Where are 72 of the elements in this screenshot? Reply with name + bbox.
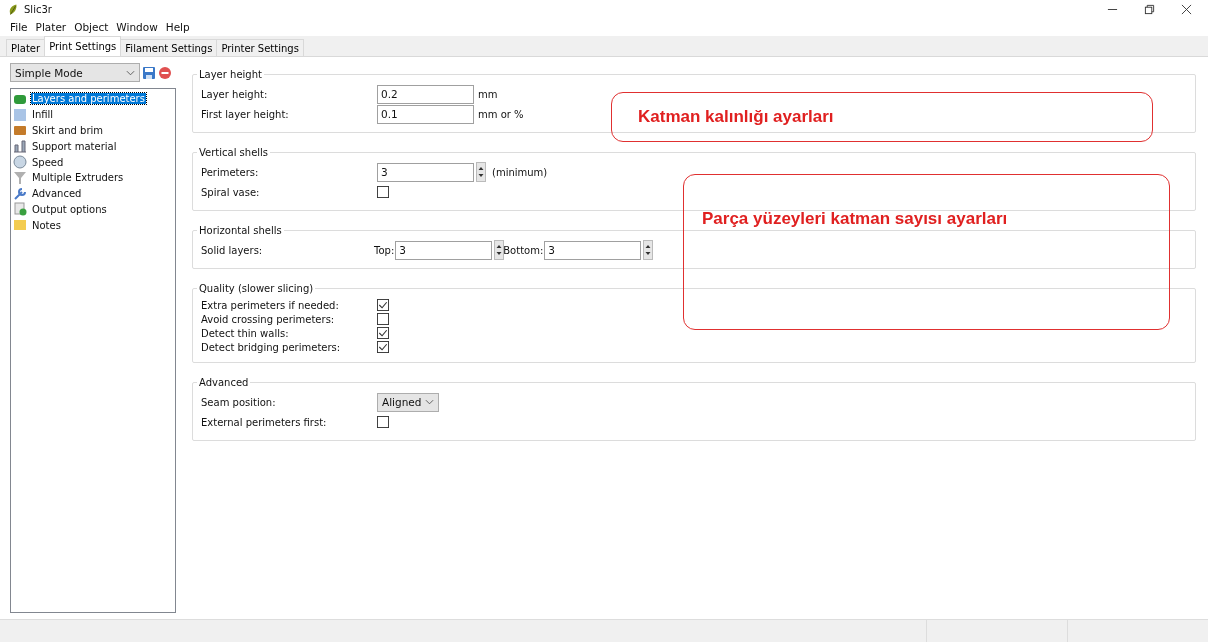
checkbox[interactable]: [377, 341, 389, 353]
chevron-icon: [425, 399, 434, 405]
menu-item[interactable]: Help: [165, 21, 190, 33]
category-icon: [13, 202, 27, 217]
category-item[interactable]: Speed: [31, 156, 65, 168]
tab[interactable]: Print Settings: [44, 36, 122, 56]
bottom-label: Bottom:: [503, 244, 544, 256]
input-field[interactable]: 3: [544, 240, 642, 260]
window-title: Slic3r: [24, 3, 52, 15]
category-item[interactable]: Support material: [31, 140, 118, 152]
field-label: Layer height:: [201, 88, 269, 100]
checkbox[interactable]: [377, 299, 389, 311]
category-item[interactable]: Notes: [31, 219, 62, 231]
category-icon: [13, 155, 27, 170]
field-label: Avoid crossing perimeters:: [201, 313, 336, 325]
input-field[interactable]: 3: [395, 240, 493, 260]
unit-label: mm or %: [478, 108, 524, 120]
input-field[interactable]: 0.2: [377, 84, 474, 104]
tab[interactable]: Printer Settings: [216, 39, 304, 56]
save-icon[interactable]: [142, 65, 156, 80]
category-icon: [13, 218, 27, 233]
category-icon: [13, 139, 27, 154]
field-label: Detect thin walls:: [201, 327, 290, 339]
unit-label: mm: [478, 88, 498, 100]
group-title: Advanced: [198, 377, 250, 388]
checkbox[interactable]: [377, 327, 389, 339]
spinner-arrows-icon[interactable]: [476, 162, 486, 182]
close-icon[interactable]: [1181, 3, 1192, 15]
callout-text: Katman kalınlığı ayarları: [638, 107, 834, 127]
leaf-logo-icon: [8, 2, 18, 16]
category-item[interactable]: Skirt and brim: [31, 125, 105, 136]
category-icon: [13, 107, 27, 122]
category-icon: [13, 186, 27, 201]
group-title: Quality (slower slicing): [198, 283, 315, 294]
category-item[interactable]: Multiple Extruders: [31, 172, 125, 184]
seam-dropdown[interactable]: Aligned: [377, 392, 439, 412]
field-label: External perimeters first:: [201, 416, 328, 428]
field-label: Seam position:: [201, 396, 277, 408]
tab[interactable]: Plater: [6, 39, 46, 56]
callout-text: Parça yüzeyleri katman sayısı ayarları: [702, 209, 1008, 228]
field-label: Detect bridging perimeters:: [201, 341, 342, 353]
category-item[interactable]: Output options: [31, 203, 108, 215]
checkbox[interactable]: [377, 416, 389, 428]
menu-item[interactable]: Plater: [35, 21, 67, 33]
category-icon: [13, 123, 27, 138]
group-title: Vertical shells: [198, 147, 270, 158]
spinner-arrows-icon[interactable]: [494, 240, 505, 260]
category-item[interactable]: Infill: [31, 109, 55, 121]
field-label: First layer height:: [201, 108, 290, 120]
menu-item[interactable]: File: [10, 21, 28, 33]
checkbox[interactable]: [377, 313, 389, 325]
delete-icon[interactable]: [158, 65, 172, 80]
input-field[interactable]: 0.1: [377, 104, 474, 124]
top-label: Top:: [374, 244, 395, 256]
tab[interactable]: Filament Settings: [120, 39, 218, 56]
field-label: Extra perimeters if needed:: [201, 299, 340, 311]
restore-icon[interactable]: [1144, 3, 1155, 15]
group-title: Layer height: [198, 69, 263, 80]
category-icon: [13, 170, 27, 185]
group-title: Horizontal shells: [198, 225, 283, 236]
menu-item[interactable]: Object: [74, 21, 109, 33]
checkbox[interactable]: [377, 186, 389, 198]
spinner-arrows-icon[interactable]: [643, 240, 654, 260]
preset-dropdown[interactable]: Simple Mode: [10, 63, 140, 82]
input-field[interactable]: 3: [377, 162, 474, 182]
category-item[interactable]: Layers and perimeters: [31, 93, 146, 105]
category-item[interactable]: Advanced: [31, 188, 83, 200]
field-label: Spiral vase:: [201, 186, 261, 198]
chevron-icon: [126, 69, 135, 76]
field-label: Perimeters:: [201, 166, 260, 178]
menu-item[interactable]: Window: [116, 21, 158, 33]
unit-label: (minimum): [492, 166, 548, 178]
